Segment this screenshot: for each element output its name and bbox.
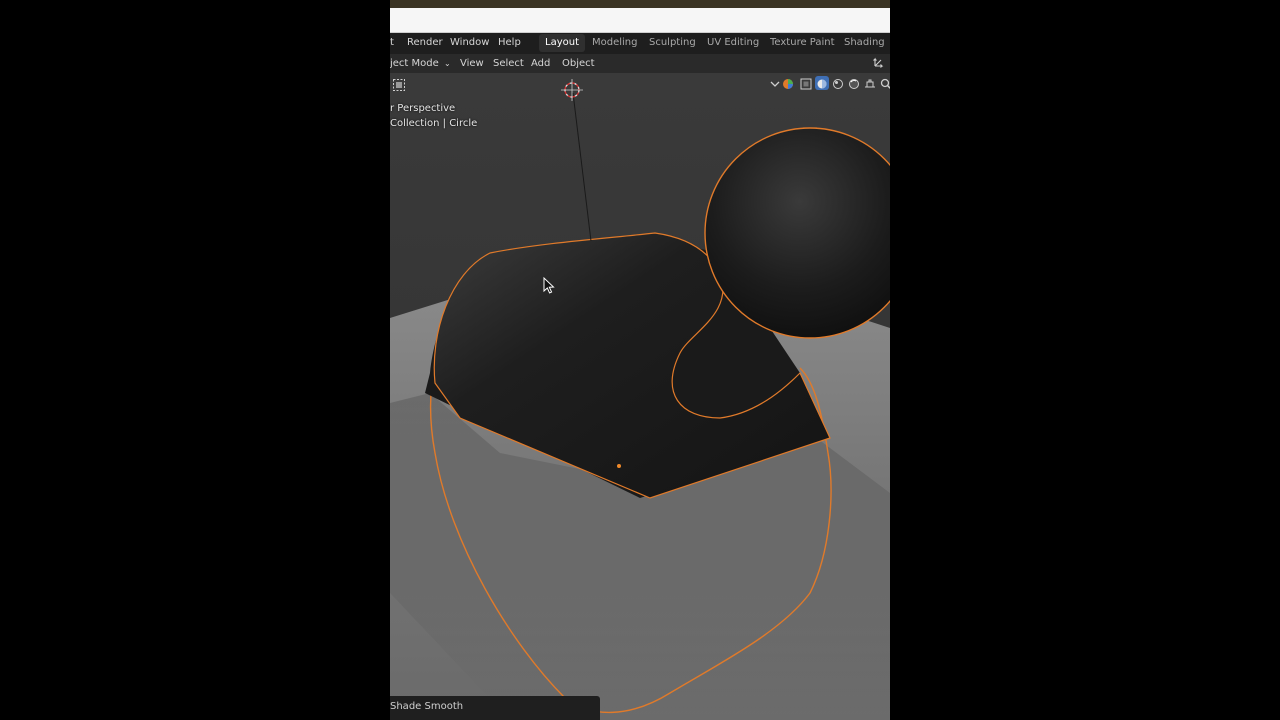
- shading-color-icon[interactable]: [781, 76, 795, 90]
- menu-edit[interactable]: t: [390, 36, 394, 50]
- chevron-down-icon[interactable]: [768, 76, 782, 90]
- viewport-header: ject Mode ⌄ View Select Add Object: [390, 54, 890, 73]
- letterbox-right: [890, 0, 1280, 720]
- tab-sculpting[interactable]: Sculpting: [643, 34, 702, 52]
- tab-layout[interactable]: Layout: [539, 34, 585, 52]
- object-origin-dot: [617, 464, 621, 468]
- material-preview-icon[interactable]: [831, 76, 845, 90]
- menu-add[interactable]: Add: [531, 56, 550, 71]
- menu-select[interactable]: Select: [493, 56, 524, 71]
- tab-uv-editing[interactable]: UV Editing: [701, 34, 765, 52]
- transform-gizmo-icon[interactable]: [872, 55, 886, 74]
- menu-help[interactable]: Help: [498, 36, 521, 50]
- solid-icon[interactable]: [815, 76, 829, 90]
- view-perspective-label: r Perspective: [390, 103, 456, 114]
- cursor-3d-icon[interactable]: [561, 79, 583, 101]
- tab-texture-paint[interactable]: Texture Paint: [764, 34, 841, 52]
- overlay-icon[interactable]: [863, 76, 877, 90]
- title-bar: [390, 8, 890, 33]
- blender-window: t Render Window Help Layout Modeling Scu…: [390, 0, 890, 720]
- mode-selector[interactable]: ject Mode ⌄: [390, 56, 451, 71]
- select-box-icon[interactable]: [392, 78, 406, 92]
- letterbox-left: [0, 0, 390, 720]
- menu-view[interactable]: View: [460, 56, 484, 71]
- menu-render[interactable]: Render: [407, 36, 443, 50]
- light-direction-line: [572, 92, 592, 242]
- top-menubar: t Render Window Help Layout Modeling Scu…: [390, 33, 890, 54]
- rendered-icon[interactable]: [847, 76, 861, 90]
- menu-window[interactable]: Window: [450, 36, 489, 50]
- menu-object[interactable]: Object: [562, 56, 595, 71]
- mode-label: ject Mode: [390, 58, 439, 69]
- viewport-scene: [390, 79, 890, 720]
- wireframe-icon[interactable]: [799, 76, 813, 90]
- last-operator-panel[interactable]: Shade Smooth: [390, 696, 600, 720]
- last-operator-label: Shade Smooth: [390, 701, 464, 712]
- search-icon[interactable]: [879, 76, 890, 90]
- window-top-strip: [390, 0, 890, 8]
- chevron-down-icon: ⌄: [443, 59, 451, 68]
- tab-modeling[interactable]: Modeling: [586, 34, 644, 52]
- collection-label: Collection | Circle: [390, 118, 478, 129]
- tab-shading[interactable]: Shading: [838, 34, 890, 52]
- 3d-viewport[interactable]: r Perspective Collection | Circle: [390, 73, 890, 720]
